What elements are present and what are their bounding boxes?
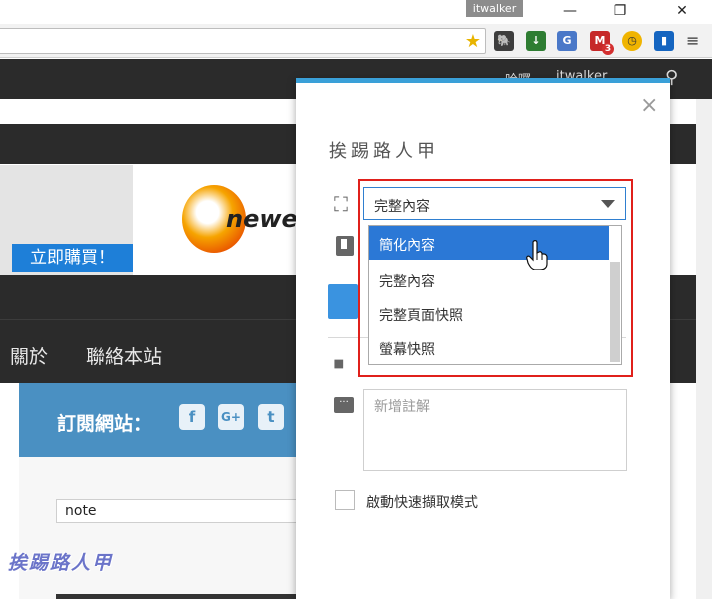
content-area [19,457,319,599]
hand-cursor-icon [526,240,548,270]
comment-icon: ··· [334,397,354,413]
facebook-icon[interactable]: f [179,404,205,430]
quick-clip-label: 啟動快速擷取模式 [366,495,478,511]
bookmark-star-icon[interactable]: ★ [465,31,481,52]
menu-icon[interactable]: ≡ [686,31,699,50]
subscribe-label: 訂閱網站： [57,413,153,435]
address-bar[interactable]: ★ [0,28,486,54]
close-window-button[interactable]: ✕ [660,0,704,24]
maximize-button[interactable]: ❐ [598,0,642,24]
clipper-icon[interactable]: ↓ [526,31,546,51]
newegg-logo[interactable]: newegg [182,185,332,253]
save-button[interactable] [328,284,358,319]
evernote-icon[interactable]: 🐘 [494,31,514,51]
content-strip [56,594,306,599]
tag-icon: ⬥ [326,351,351,376]
notes-textarea[interactable] [363,389,627,471]
watermark: 挨踢路人甲 [8,552,114,574]
google-plus-icon[interactable]: G+ [218,404,244,430]
highlight-frame [358,179,633,377]
page-scrollbar[interactable] [696,99,712,599]
minimize-button[interactable]: — [548,0,592,24]
title-bar: itwalker — ❐ ✕ [0,0,712,24]
profile-user-tag[interactable]: itwalker [466,0,523,17]
buy-now-button[interactable]: 立即購買！ [12,244,133,272]
menu-contact[interactable]: 聯絡本站 [86,342,162,369]
bookmark-ext-icon[interactable]: ▮ [654,31,674,51]
gmail-badge: 3 [602,43,614,55]
subscribe-bar: 訂閱網站： f G+ t [19,383,319,457]
panel-title: 挨踢路人甲 [329,141,439,162]
quick-clip-checkbox[interactable] [335,490,355,510]
menu-about[interactable]: 關於 [10,342,48,369]
clock-icon[interactable]: ◷ [622,31,642,51]
close-icon[interactable]: × [640,93,658,118]
notebook-icon [336,236,354,256]
note-input[interactable] [56,499,316,523]
translate-icon[interactable]: G [557,31,577,51]
twitter-icon[interactable]: t [258,404,284,430]
browser-toolbar: ★ 🐘 ↓ G M 3 ◷ ▮ ≡ [0,24,712,58]
crop-icon: ⛶ [334,192,348,216]
gmail-icon[interactable]: M 3 [590,31,614,55]
